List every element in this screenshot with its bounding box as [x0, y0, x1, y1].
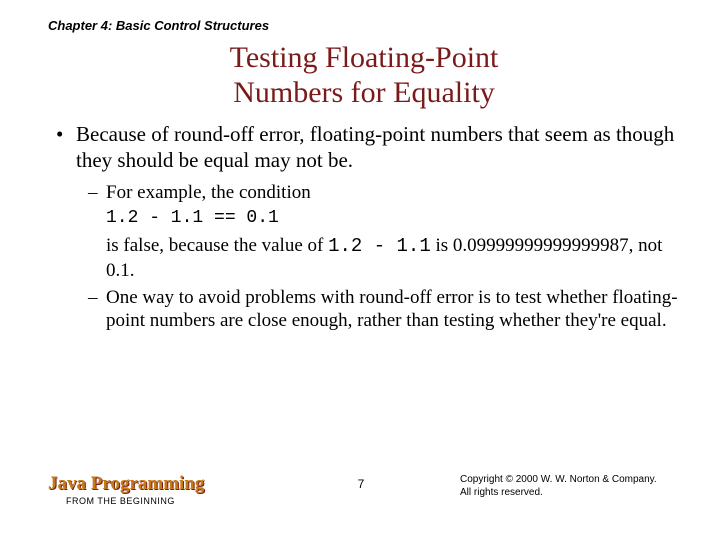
page-number: 7 [358, 477, 365, 491]
bullet-1-text: Because of round-off error, floating-poi… [76, 122, 680, 173]
title-line-1: Testing Floating-Point [230, 41, 499, 74]
copyright-line-1: Copyright © 2000 W. W. Norton & Company. [460, 473, 680, 486]
bullet-dot-icon: • [56, 122, 76, 173]
copyright-line-2: All rights reserved. [460, 486, 680, 499]
brand-subtitle: FROM THE BEGINNING [66, 496, 204, 506]
sub-1-continuation: is false, because the value of 1.2 - 1.1… [106, 234, 680, 281]
copyright-block: Copyright © 2000 W. W. Norton & Company.… [460, 473, 680, 499]
bullet-level-2: – For example, the condition [88, 181, 680, 204]
slide-footer: Java Programming FROM THE BEGINNING 7 Co… [48, 473, 680, 506]
brand-text: Java Programming [48, 473, 204, 494]
footer-left: Java Programming FROM THE BEGINNING [48, 473, 204, 506]
bullet-level-1: • Because of round-off error, floating-p… [56, 122, 680, 173]
chapter-label: Chapter 4: Basic Control Structures [48, 18, 680, 33]
code-block: 1.2 - 1.1 == 0.1 [106, 208, 680, 230]
brand-title: Java Programming [48, 473, 204, 495]
inline-code: 1.2 - 1.1 [328, 235, 431, 257]
sub1-cont-a: is false, because the value of [106, 235, 328, 256]
title-line-2: Numbers for Equality [233, 76, 495, 109]
sub-2-text: One way to avoid problems with round-off… [106, 286, 680, 332]
bullet-dash-icon: – [88, 286, 106, 332]
content-area: • Because of round-off error, floating-p… [48, 122, 680, 332]
bullet-level-2: – One way to avoid problems with round-o… [88, 286, 680, 332]
sub-1-text: For example, the condition [106, 181, 311, 204]
slide-title: Testing Floating-Point Numbers for Equal… [48, 41, 680, 110]
bullet-dash-icon: – [88, 181, 106, 204]
